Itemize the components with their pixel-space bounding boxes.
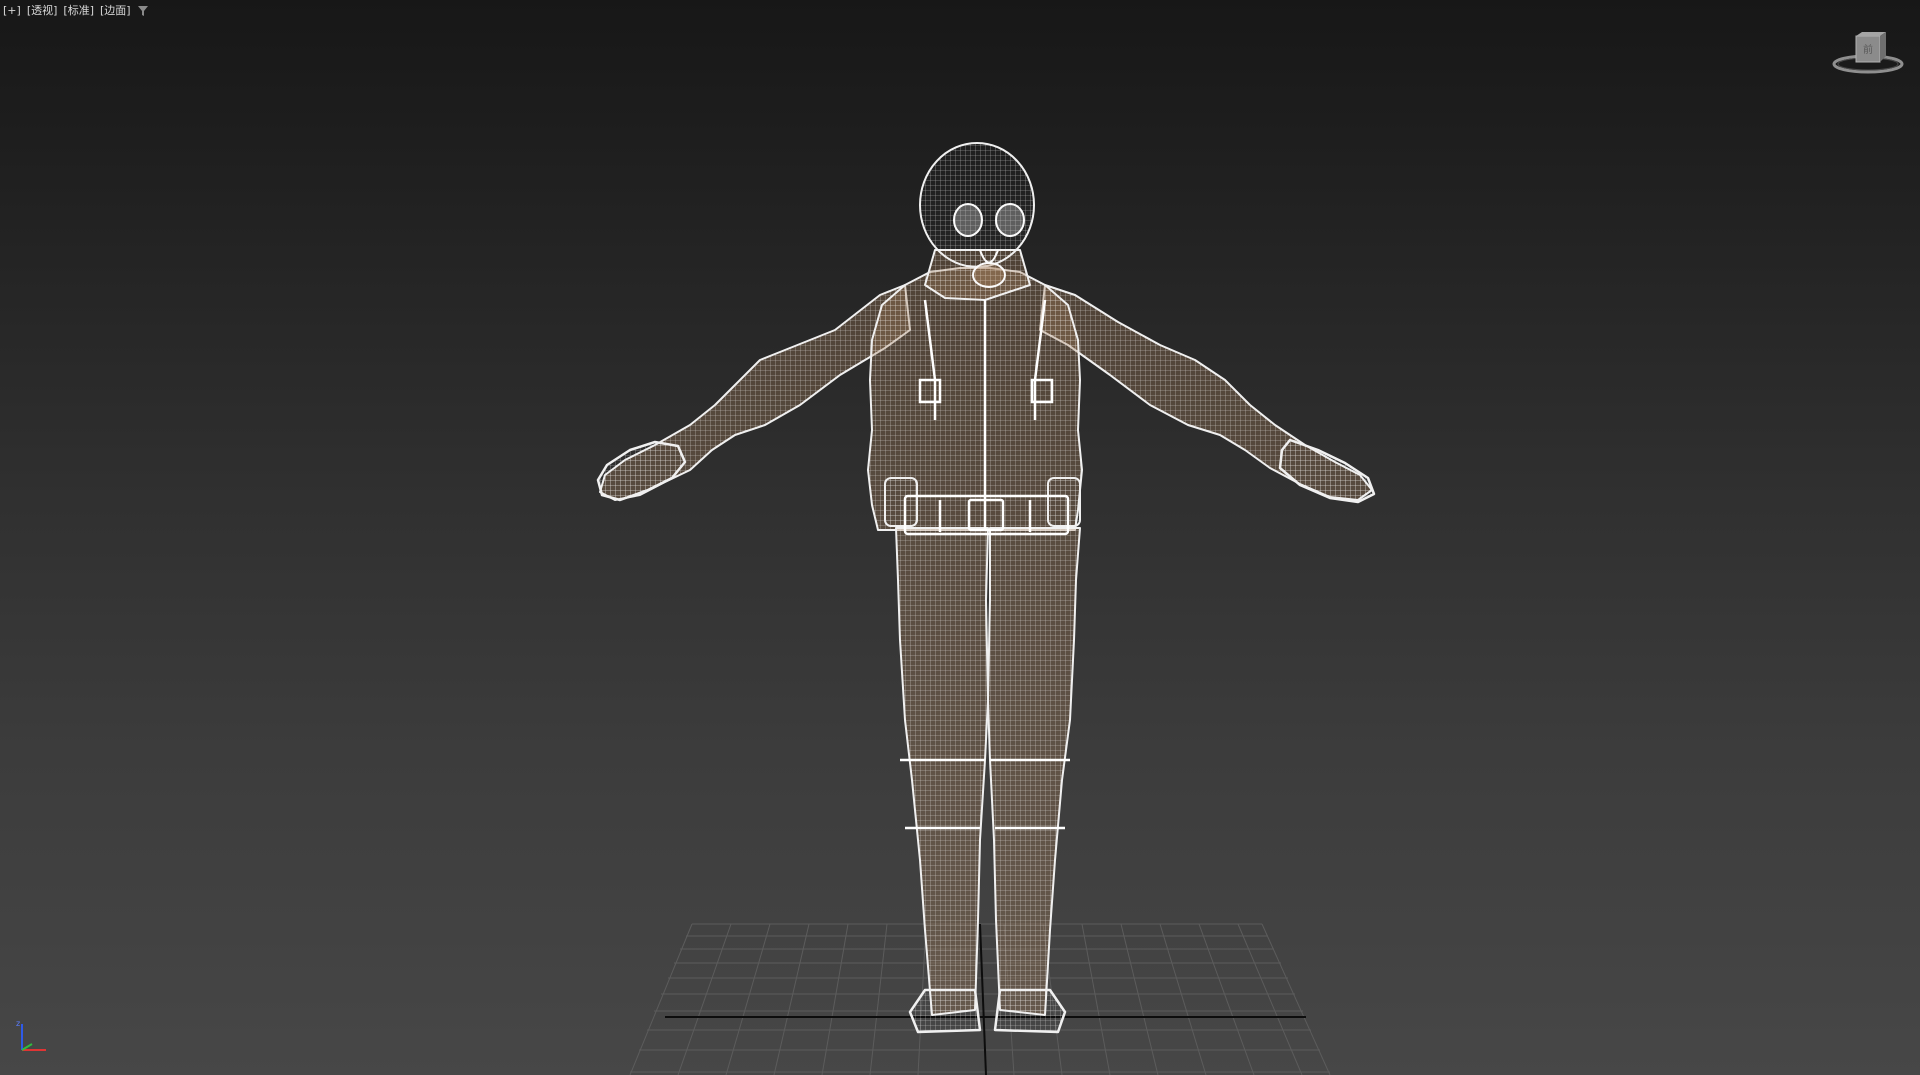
axis-z-label: z (16, 1019, 20, 1028)
viewport-label-bar: [+] [透视] [标准] [边面] (3, 4, 149, 18)
funnel-filter-icon[interactable] (137, 5, 149, 17)
xyz-axis-tripod-icon: z (16, 1019, 46, 1051)
perspective-viewport[interactable]: [+] [透视] [标准] [边面] 前 z (0, 0, 1920, 1075)
home-grid (629, 923, 1331, 1075)
viewport-shading-standard-menu[interactable]: [标准] (63, 4, 94, 18)
svg-text:前: 前 (1863, 43, 1873, 56)
viewcube-icon[interactable]: 前 (1832, 30, 1904, 80)
viewport-general-menu[interactable]: [+] (3, 4, 21, 18)
viewport-scene[interactable] (0, 0, 1920, 1075)
viewport-shading-mode-menu[interactable]: [边面] (100, 4, 131, 18)
viewport-point-of-view-menu[interactable]: [透视] (27, 4, 58, 18)
